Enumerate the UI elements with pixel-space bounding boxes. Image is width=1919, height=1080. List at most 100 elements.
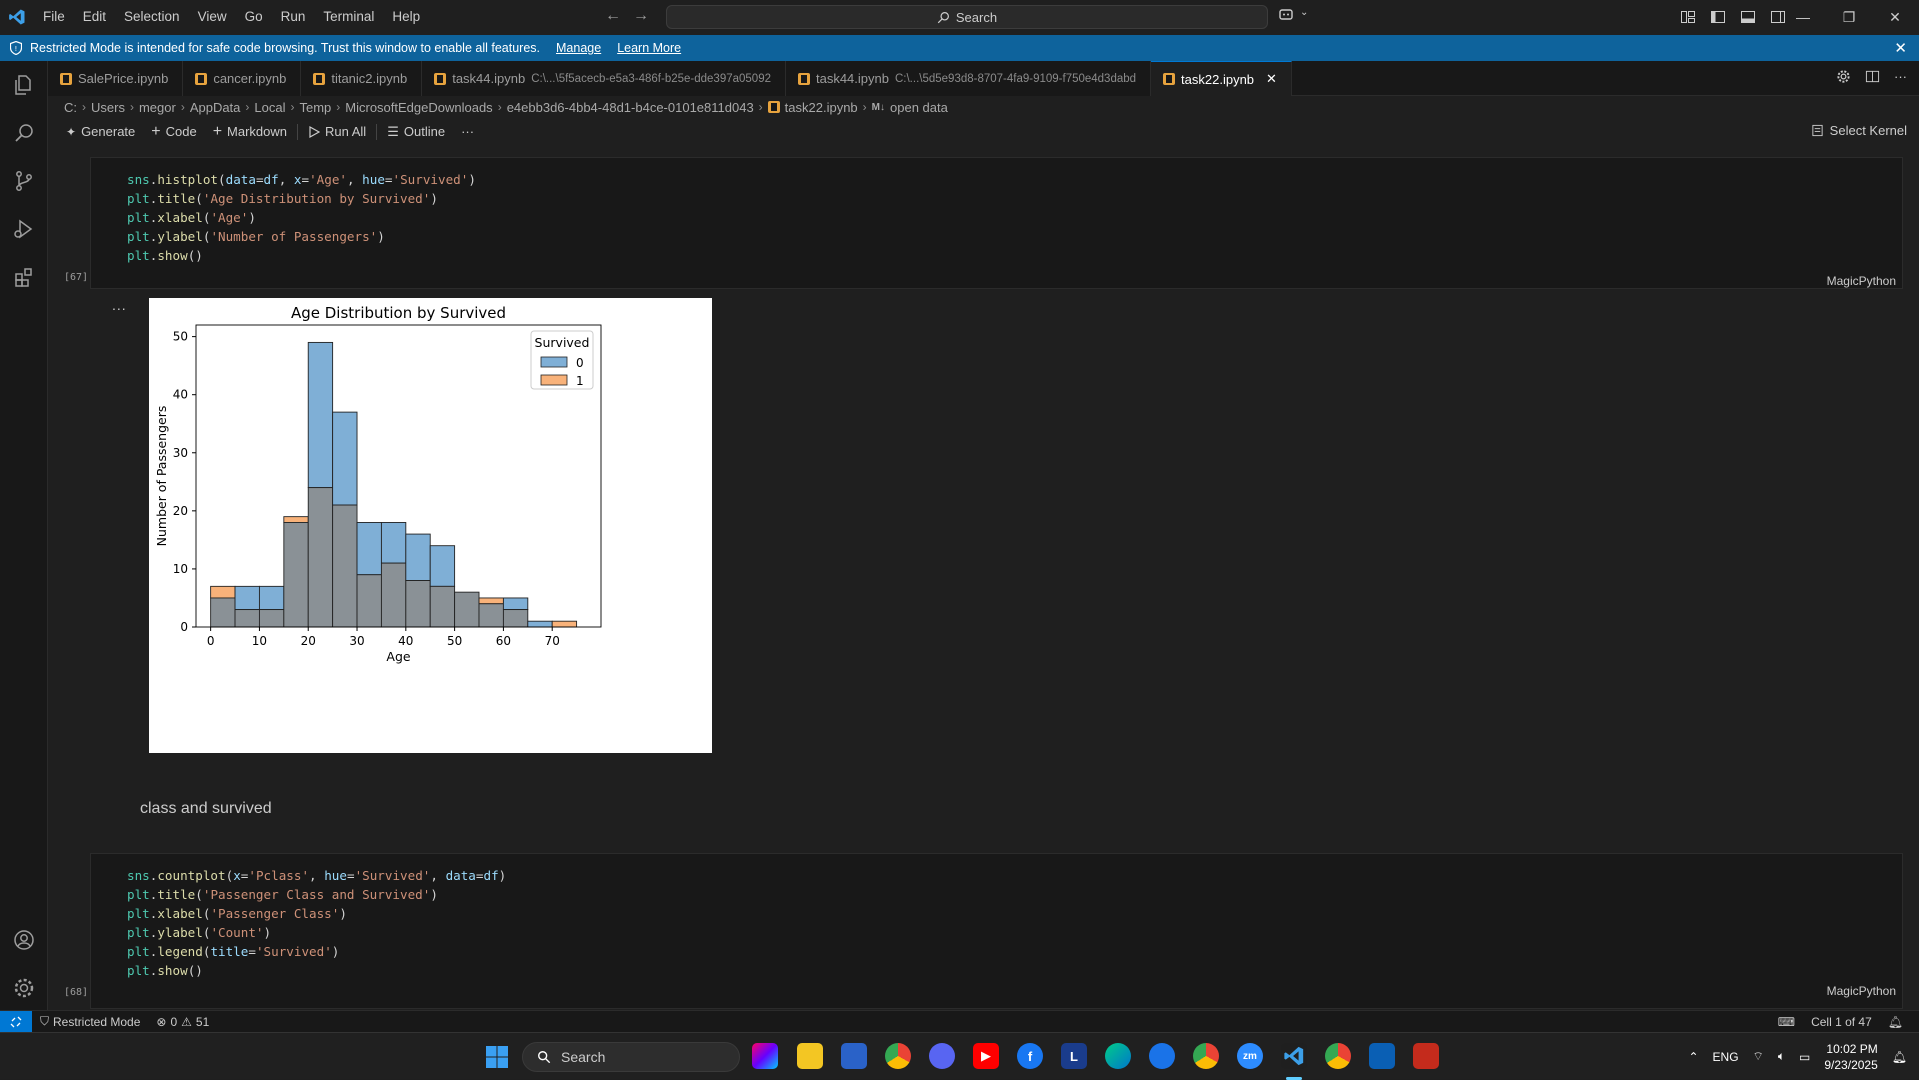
split-editor-icon[interactable] — [1865, 69, 1880, 84]
restricted-mode-status[interactable]: ⛉ Restricted Mode — [32, 1014, 148, 1029]
editor-tab[interactable]: task22.ipynb ✕ — [1151, 61, 1292, 96]
menu-item-selection[interactable]: Selection — [115, 0, 189, 34]
youtube-icon[interactable]: ▶ — [973, 1043, 999, 1069]
editor-tab[interactable]: task44.ipynb C:\...\5d5e93d8-8707-4fa9-91… — [785, 61, 1152, 96]
menu-item-file[interactable]: File — [34, 0, 74, 34]
close-window-icon[interactable]: ✕ — [1872, 0, 1918, 34]
manage-gear-icon[interactable] — [0, 964, 48, 1012]
source-control-icon[interactable] — [0, 157, 48, 205]
extensions-icon[interactable] — [0, 253, 48, 301]
menu-item-help[interactable]: Help — [383, 0, 429, 34]
code-token: ) — [377, 229, 385, 244]
language-indicator[interactable]: MagicPython — [1827, 274, 1896, 288]
clock[interactable]: 10:02 PM 9/23/2025 — [1824, 1041, 1877, 1073]
menu-item-edit[interactable]: Edit — [74, 0, 115, 34]
app-icon[interactable] — [1369, 1043, 1395, 1069]
close-tab-icon[interactable]: ✕ — [1266, 71, 1277, 87]
app-icon[interactable] — [1149, 1043, 1175, 1069]
problems-status[interactable]: ⊗ 0 ⚠ 51 — [148, 1015, 217, 1029]
file-explorer-icon[interactable] — [797, 1043, 823, 1069]
cell-position[interactable]: Cell 1 of 47 — [1803, 1015, 1880, 1029]
notifications-icon[interactable]: 🔔︎ — [1892, 1050, 1907, 1064]
search-sidebar-icon[interactable] — [0, 109, 48, 157]
run-all-button[interactable]: Run All — [300, 124, 374, 139]
edge-icon[interactable] — [1105, 1043, 1131, 1069]
y-tick-label: 30 — [173, 446, 188, 460]
back-arrow-icon[interactable]: ← — [605, 7, 621, 25]
store-icon[interactable] — [841, 1043, 867, 1069]
run-debug-icon[interactable] — [0, 205, 48, 253]
accounts-icon[interactable] — [0, 916, 48, 964]
y-tick-label: 50 — [173, 330, 188, 344]
windows-start-icon[interactable] — [485, 1045, 509, 1069]
markdown-cell-text[interactable]: class and survived — [140, 800, 272, 818]
close-icon[interactable]: ✕ — [1894, 39, 1907, 57]
breadcrumb-item[interactable]: MicrosoftEdgeDownloads — [345, 100, 492, 115]
zoom-icon[interactable]: zm — [1237, 1043, 1263, 1069]
breadcrumb-item[interactable]: Local — [254, 100, 285, 115]
generate-button[interactable]: ✦ Generate — [58, 124, 143, 139]
breadcrumb-item[interactable]: Temp — [299, 100, 331, 115]
volume-icon[interactable]: 🔈︎ — [1778, 1049, 1785, 1064]
language-indicator[interactable]: MagicPython — [1827, 984, 1896, 998]
breadcrumb-item[interactable]: task22.ipynb — [785, 100, 858, 115]
learn-more-link[interactable]: Learn More — [617, 41, 681, 55]
minimize-icon[interactable]: — — [1780, 0, 1826, 34]
taskbar-search[interactable]: Search — [522, 1042, 740, 1072]
add-markdown-cell-button[interactable]: + Markdown — [205, 123, 295, 141]
editor-tab[interactable]: cancer.ipynb — [183, 61, 302, 96]
chrome-alt-icon[interactable] — [1325, 1043, 1351, 1069]
code-token: plt — [127, 963, 150, 978]
outline-button[interactable]: ☰ Outline — [379, 124, 453, 140]
output-menu-dots[interactable]: ... — [112, 297, 127, 313]
code-editor[interactable]: sns.countplot(x='Pclass', hue='Survived'… — [91, 854, 1902, 980]
copilot-button[interactable]: ⌄ — [1278, 7, 1308, 23]
add-code-cell-button[interactable]: + Code — [143, 123, 204, 141]
restore-icon[interactable]: ❐ — [1826, 0, 1872, 34]
editor-tab[interactable]: titanic2.ipynb — [301, 61, 423, 96]
forward-arrow-icon[interactable]: → — [633, 7, 649, 25]
breadcrumb-item[interactable]: C: — [64, 100, 77, 115]
copilot-app-icon[interactable] — [752, 1043, 778, 1069]
discord-icon[interactable] — [929, 1043, 955, 1069]
code-editor[interactable]: sns.histplot(data=df, x='Age', hue='Surv… — [91, 158, 1902, 265]
facebook-icon[interactable]: f — [1017, 1043, 1043, 1069]
breadcrumb-item[interactable]: Users — [91, 100, 125, 115]
breadcrumb-item[interactable]: e4ebb3d6-4bb4-48d1-b4ce-0101e811d043 — [507, 100, 754, 115]
vscode-taskbar-icon[interactable] — [1281, 1043, 1307, 1069]
wifi-icon[interactable]: ⌔ — [1753, 1049, 1764, 1064]
error-icon: ⊗ — [156, 1014, 167, 1029]
toggle-panel-icon[interactable] — [1740, 9, 1756, 25]
breadcrumb-item[interactable]: megor — [139, 100, 176, 115]
language-indicator[interactable]: ENG — [1713, 1050, 1739, 1064]
manage-link[interactable]: Manage — [556, 41, 601, 55]
editor-tab[interactable]: SalePrice.ipynb — [48, 61, 184, 96]
chrome-profile-icon[interactable] — [1193, 1043, 1219, 1069]
customize-layout-icon[interactable] — [1680, 9, 1696, 25]
select-kernel-button[interactable]: Select Kernel — [1811, 123, 1907, 138]
menu-item-run[interactable]: Run — [272, 0, 315, 34]
chevron-up-icon[interactable]: ⌃ — [1688, 1050, 1698, 1064]
code-token: sns — [127, 868, 150, 883]
more-actions-icon[interactable]: ··· — [1894, 69, 1907, 84]
chrome-icon[interactable] — [885, 1043, 911, 1069]
menu-item-go[interactable]: Go — [236, 0, 272, 34]
menu-item-view[interactable]: View — [189, 0, 236, 34]
snipping-tool-icon[interactable] — [1413, 1043, 1439, 1069]
linkedin-style-app-icon[interactable]: L — [1061, 1043, 1087, 1069]
battery-icon[interactable]: ▭ — [1799, 1050, 1810, 1064]
explorer-icon[interactable] — [0, 61, 48, 109]
breadcrumb-item[interactable]: AppData — [190, 100, 241, 115]
settings-gear-icon[interactable] — [1836, 69, 1851, 84]
editor-tab[interactable]: task44.ipynb C:\...\5f5acecb-e5a3-486f-b2… — [422, 61, 786, 96]
notifications-bell-icon[interactable]: 🔔︎ — [1880, 1015, 1911, 1029]
code-cell[interactable]: sns.countplot(x='Pclass', hue='Survived'… — [90, 853, 1903, 1009]
breadcrumb-item[interactable]: open data — [890, 100, 948, 115]
code-cell[interactable]: sns.histplot(data=df, x='Age', hue='Surv… — [90, 157, 1903, 289]
toggle-primary-sidebar-icon[interactable] — [1710, 9, 1726, 25]
more-toolbar-button[interactable]: ··· — [453, 124, 482, 139]
remote-indicator-icon[interactable] — [0, 1010, 32, 1033]
notebook-kernel-status-icon[interactable]: ⌨ — [1770, 1015, 1803, 1029]
command-center-search[interactable]: Search — [666, 5, 1268, 29]
menu-item-terminal[interactable]: Terminal — [314, 0, 383, 34]
